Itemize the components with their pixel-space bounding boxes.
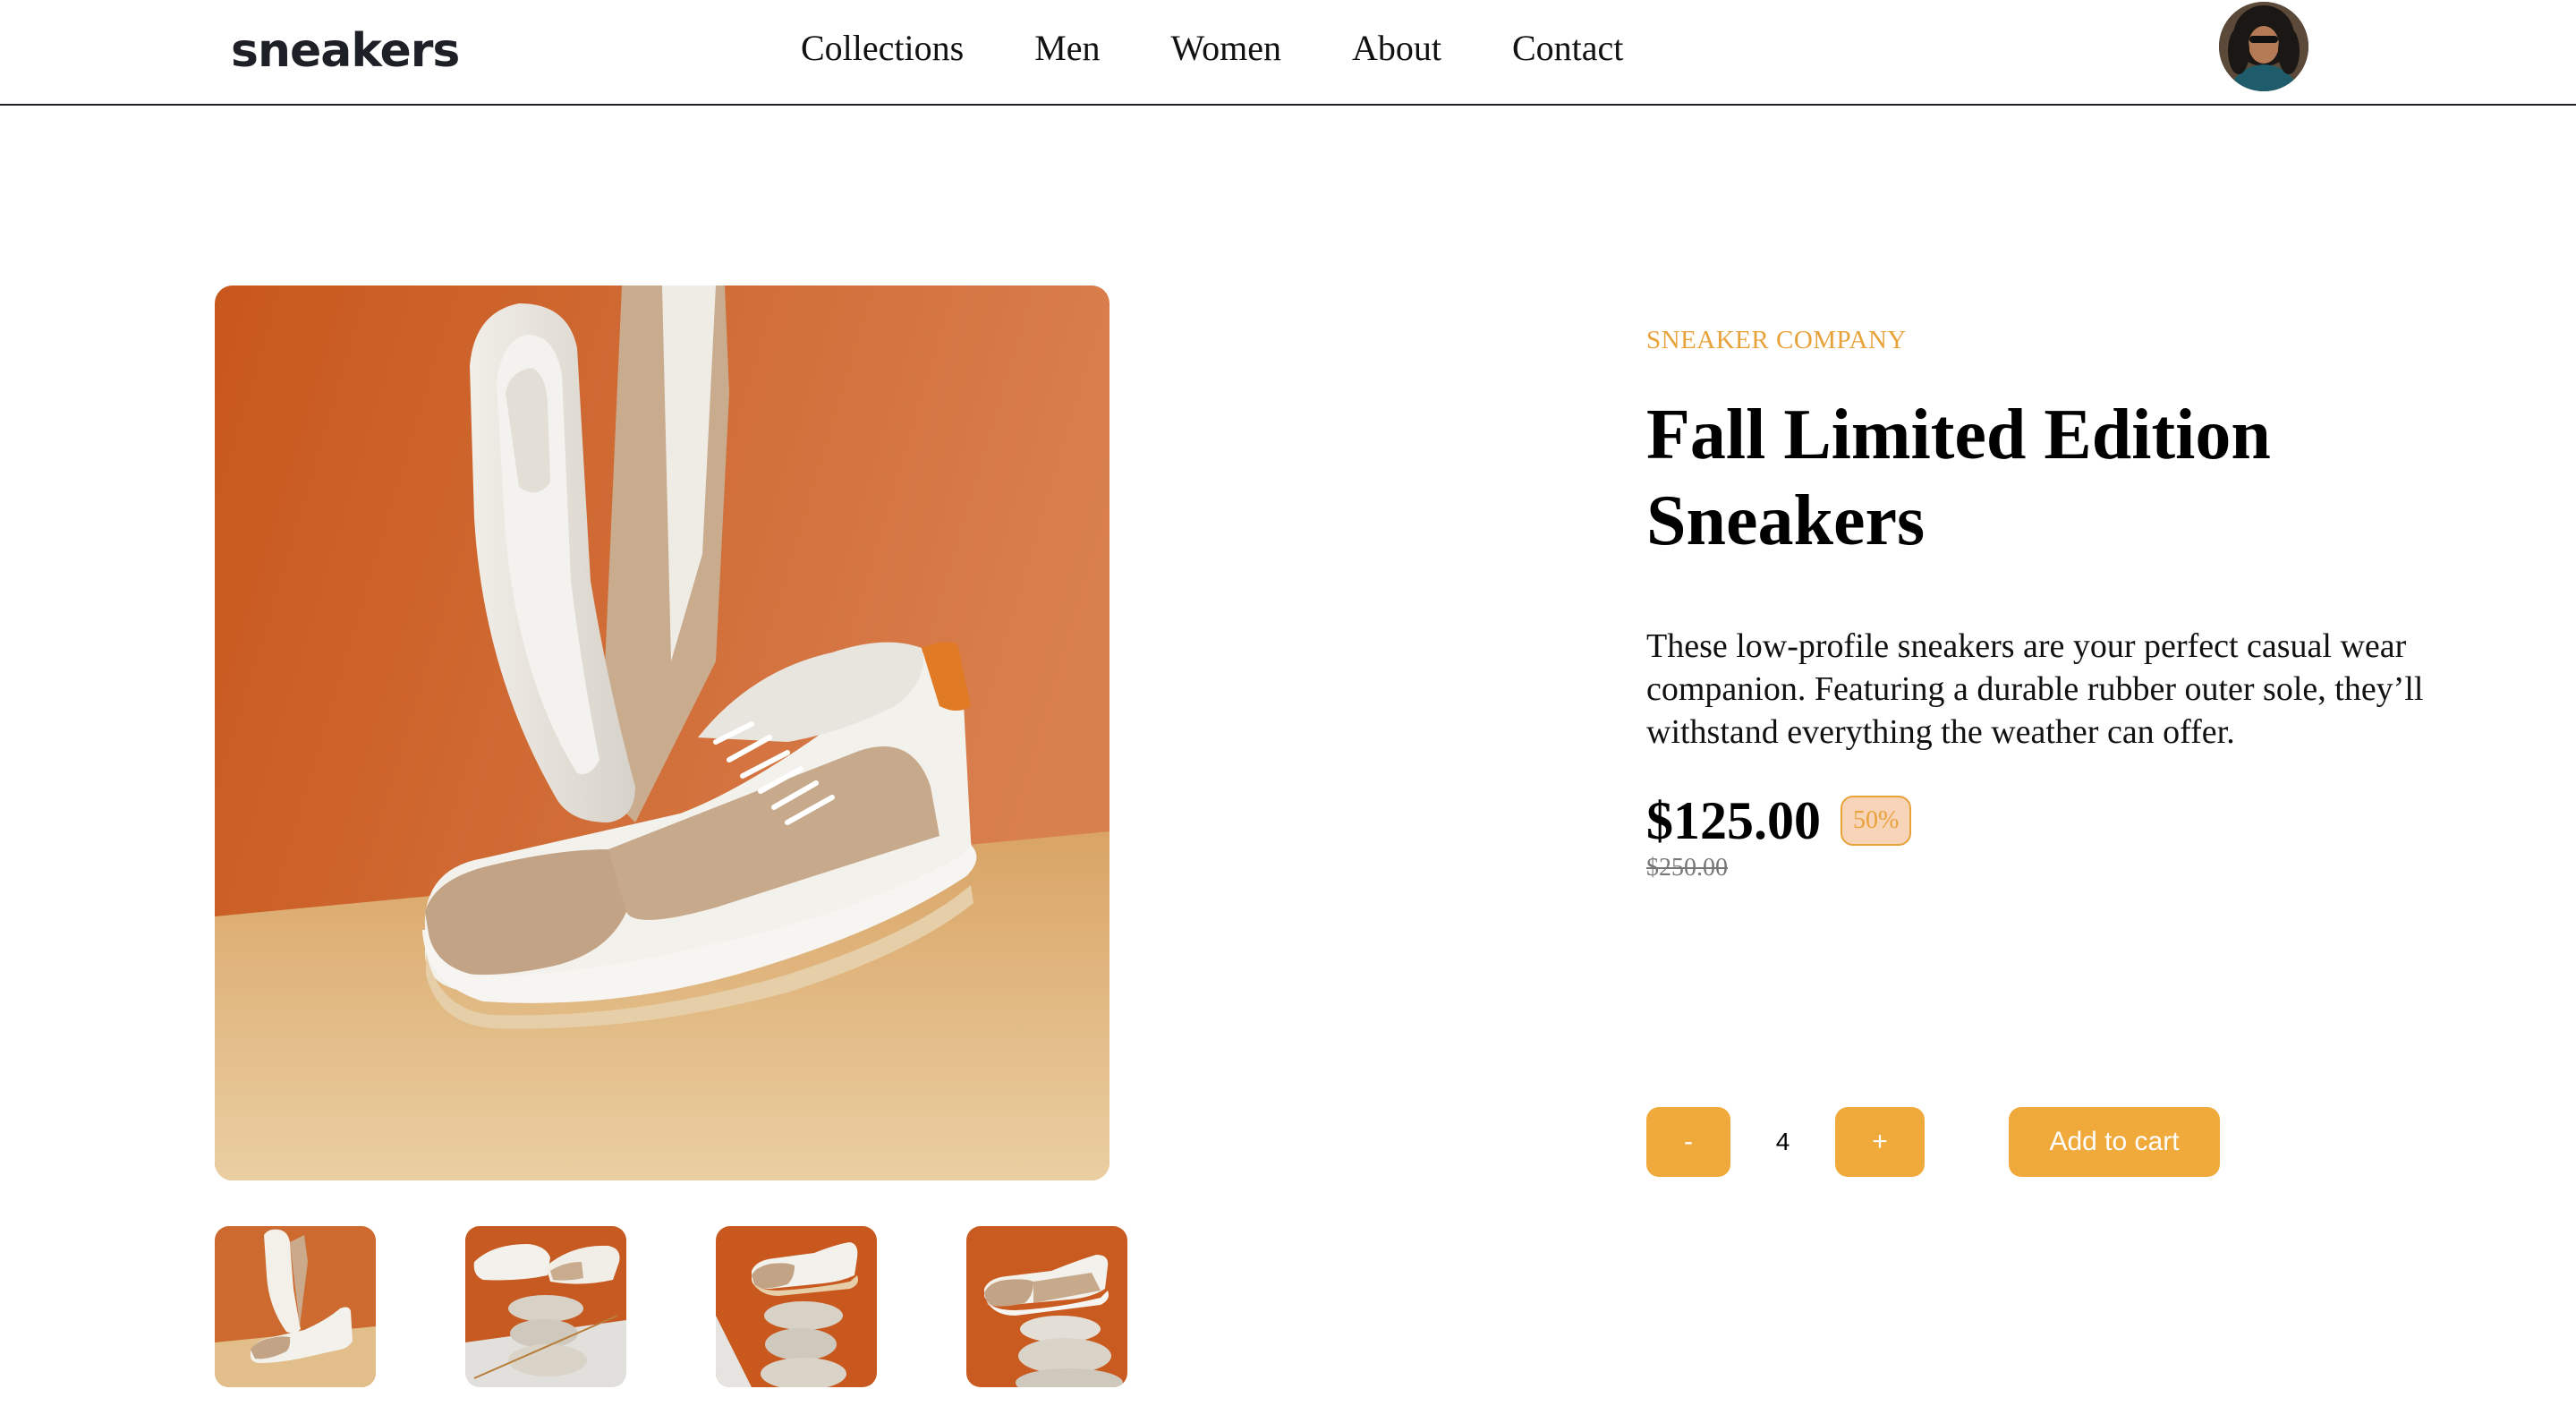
product-page: sneakers Collections Men Women About Con… <box>0 0 2576 1406</box>
nav-link-men[interactable]: Men <box>1034 21 1100 75</box>
product-description: These low-profile sneakers are your perf… <box>1646 627 2424 751</box>
site-header: sneakers Collections Men Women About Con… <box>0 0 2576 106</box>
thumbnail-1[interactable] <box>215 1226 376 1387</box>
nav-link-women[interactable]: Women <box>1171 21 1281 75</box>
thumbnail-3[interactable] <box>716 1226 877 1387</box>
thumbnail-strip <box>215 1226 1127 1387</box>
discount-badge: 50% <box>1841 796 1912 846</box>
nav-link-collections[interactable]: Collections <box>801 21 964 75</box>
current-price: $125.00 <box>1646 791 1821 850</box>
product-title: Fall Limited Edition Sneakers <box>1646 396 2271 560</box>
nav-link-about[interactable]: About <box>1352 21 1441 75</box>
cart-controls: - 4 + Add to cart <box>1646 1107 2273 1177</box>
quantity-value[interactable]: 4 <box>1730 1107 1835 1177</box>
thumbnail-2[interactable] <box>465 1226 626 1387</box>
logo[interactable]: sneakers <box>231 20 460 82</box>
nav-link-contact[interactable]: Contact <box>1512 21 1623 75</box>
add-to-cart-button[interactable]: Add to cart <box>2009 1107 2220 1177</box>
decrease-quantity-button[interactable]: - <box>1646 1107 1730 1177</box>
product-main-image[interactable] <box>215 285 1109 1180</box>
product-details: SNEAKER COMPANY Fall Limited Edition Sne… <box>1646 322 2505 884</box>
original-price: $250.00 <box>1646 854 1728 882</box>
thumbnail-4[interactable] <box>966 1226 1127 1387</box>
main-nav: Collections Men Women About Contact <box>801 21 1623 75</box>
price-row: $125.00 50% <box>1646 789 2505 852</box>
company-name: SNEAKER COMPANY <box>1646 326 1907 354</box>
increase-quantity-button[interactable]: + <box>1835 1107 1925 1177</box>
avatar[interactable] <box>2219 2 2308 91</box>
